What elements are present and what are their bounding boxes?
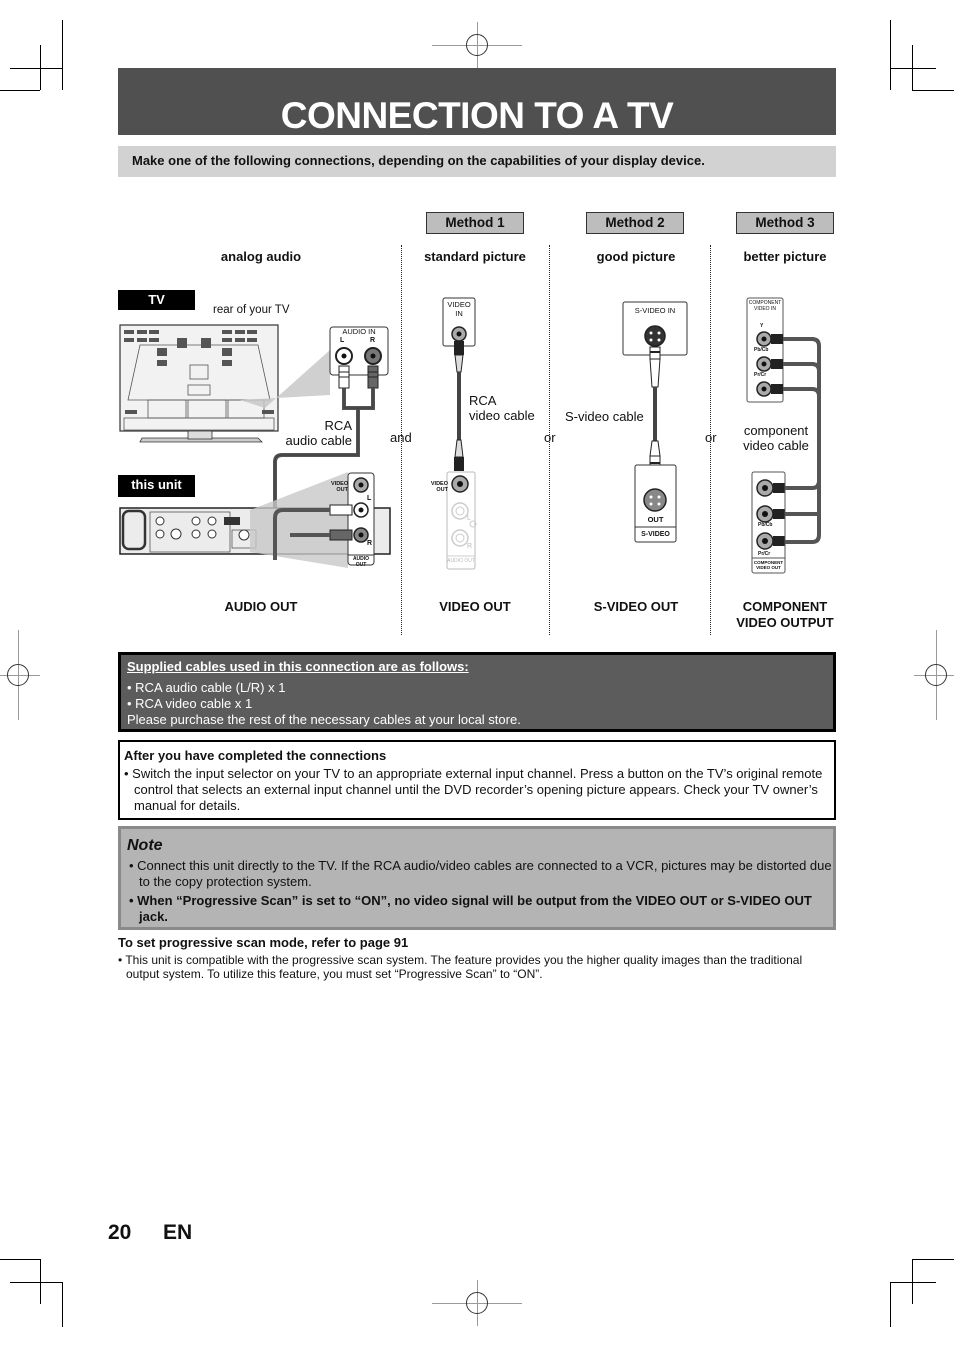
after-body: • Switch the input selector on your TV t… xyxy=(124,766,823,813)
progressive-scan-section: To set progressive scan mode, refer to p… xyxy=(118,935,836,981)
component-out-pb-label: Pb/Cb xyxy=(758,522,773,528)
supplied-item: • RCA audio cable (L/R) x 1 xyxy=(127,680,286,695)
progressive-heading: To set progressive scan mode, refer to p… xyxy=(118,935,409,950)
and-label: and xyxy=(390,430,412,445)
component-out-pr-label: Pr/Cr xyxy=(758,551,771,557)
supplied-footer: Please purchase the rest of the necessar… xyxy=(127,712,521,727)
or-label: or xyxy=(544,430,556,445)
page-number: 20 xyxy=(108,1221,132,1244)
unit-right-label: R xyxy=(367,540,373,547)
component-out-label: COMPONENT VIDEO OUT xyxy=(753,560,784,570)
faded-left-label: L xyxy=(467,515,471,522)
method-1-illustration xyxy=(442,297,477,570)
or-label: or xyxy=(705,430,717,445)
svideo-in-label: S-VIDEO IN xyxy=(634,306,676,315)
audio-output-label: AUDIO OUT xyxy=(224,599,298,614)
audio-cable-label: RCA audio cable xyxy=(285,418,353,448)
unit-left-label: L xyxy=(367,495,372,502)
method-3-output-label: COMPONENT VIDEO OUTPUT xyxy=(736,599,834,630)
after-connections-box: After you have completed the connections… xyxy=(118,740,836,820)
video-in-label: VIDEO IN xyxy=(447,300,471,318)
note-item: • Connect this unit directly to the TV. … xyxy=(129,858,832,889)
video-cable-label: RCA video cable xyxy=(469,393,535,423)
component-y-label: Y xyxy=(760,323,764,329)
audio-in-right-label: R xyxy=(370,337,376,344)
svideo-jack-label: S-VIDEO xyxy=(641,531,670,538)
note-box: Note • Connect this unit directly to the… xyxy=(118,826,836,930)
method-2-output-label: S-VIDEO OUT xyxy=(593,599,679,614)
component-cable-label: component video cable xyxy=(743,423,809,453)
audio-in-left-label: L xyxy=(340,337,345,344)
component-pb-label: Pb/Cb xyxy=(754,347,769,353)
svideo-out-label: OUT xyxy=(647,515,664,524)
audio-in-label: AUDIO IN xyxy=(342,327,376,336)
unit-video-out-label: VIDEO OUT xyxy=(331,481,349,493)
audio-in-panel xyxy=(329,326,389,389)
after-heading: After you have completed the connections xyxy=(124,748,387,763)
supplied-heading: Supplied cables used in this connection … xyxy=(127,659,469,674)
faded-right-label: R xyxy=(467,543,473,550)
component-pr-label: Pr/Cr xyxy=(754,372,767,378)
svideo-cable-label: S-video cable xyxy=(565,409,644,424)
unit-audio-out-label: AUDIO OUT xyxy=(352,556,370,568)
progressive-body: • This unit is compatible with the progr… xyxy=(118,953,803,981)
supplied-cables-box: Supplied cables used in this connection … xyxy=(118,652,836,732)
faded-audio-out-label: AUDIO OUT xyxy=(447,558,475,564)
supplied-item: • RCA video cable x 1 xyxy=(127,696,253,711)
note-heading: Note xyxy=(127,837,163,854)
component-in-label: COMPONENT VIDEO IN xyxy=(748,300,782,312)
video-out-label: VIDEO OUT xyxy=(430,481,448,493)
page-language: EN xyxy=(163,1221,193,1244)
method-1-output-label: VIDEO OUT xyxy=(439,599,511,614)
connection-diagram xyxy=(119,297,821,574)
note-item-bold: • When “Progressive Scan” is set to “ON”… xyxy=(129,893,812,924)
tv-rear-illustration xyxy=(119,324,279,443)
